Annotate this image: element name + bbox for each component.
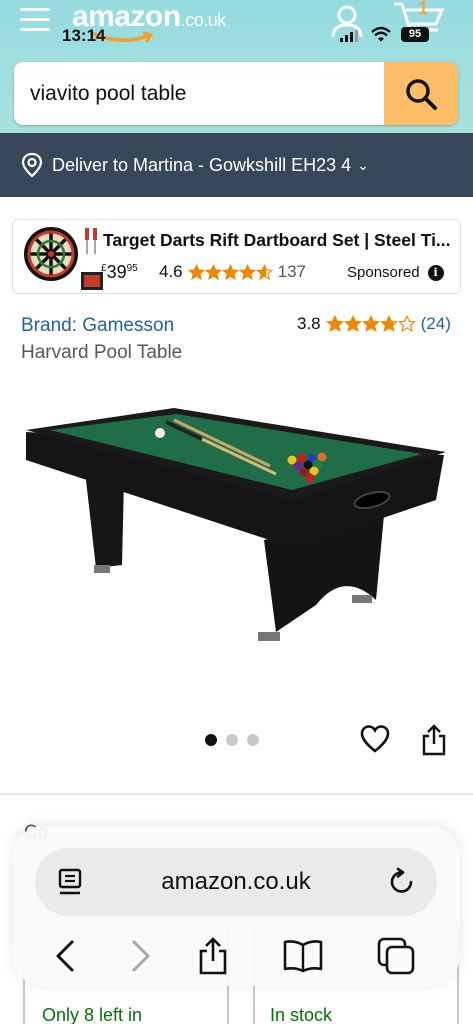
cart-count-badge: 1 — [418, 0, 429, 18]
delivery-label: Deliver to Martina - Gowkshill EH23 4 — [52, 154, 352, 175]
address-bar[interactable]: amazon.co.uk — [35, 848, 437, 916]
sponsored-text: Sponsored — [347, 264, 420, 281]
stock-status-left: Only 8 left in — [42, 1005, 143, 1024]
carousel-dot-1[interactable] — [205, 734, 217, 746]
wifi-icon — [371, 26, 391, 42]
bookmarks-button[interactable] — [283, 936, 323, 976]
url-text[interactable]: amazon.co.uk — [35, 868, 437, 896]
price-fraction: 95 — [126, 263, 138, 274]
star-icon — [187, 263, 205, 280]
star-icon — [221, 263, 239, 280]
carousel-dot-2[interactable] — [226, 734, 238, 746]
ad-title[interactable]: Target Darts Rift Dartboard Set | Steel … — [103, 230, 453, 251]
forward-button[interactable] — [121, 936, 161, 976]
menu-icon[interactable] — [20, 8, 50, 36]
search-button[interactable] — [384, 62, 458, 125]
star-icon — [204, 263, 222, 280]
product-review-count[interactable]: (24) — [421, 314, 451, 334]
top-bar: amazon.co.uk 13:14 1 95 — [0, 0, 473, 60]
logo-tld: .co.uk — [180, 10, 227, 30]
sponsored-label[interactable]: Sponsored i — [347, 264, 444, 281]
dartboard-product-image — [24, 227, 103, 290]
product-title: Harvard Pool Table — [21, 342, 183, 363]
cellular-signal-icon — [340, 30, 358, 42]
search-bar — [14, 62, 458, 125]
product-rating-value: 3.8 — [297, 314, 321, 333]
pool-table-product-image[interactable] — [24, 400, 450, 650]
book-icon — [283, 940, 323, 973]
carousel-dot-3[interactable] — [247, 734, 259, 746]
reload-icon[interactable] — [387, 867, 417, 897]
chevron-right-icon — [132, 940, 150, 972]
stock-status-right: In stock — [270, 1005, 333, 1024]
ad-price: £3995 — [101, 262, 138, 283]
star-rating-icon — [325, 315, 416, 333]
status-time: 13:14 — [62, 26, 106, 45]
star-icon — [397, 315, 416, 333]
chevron-left-icon — [56, 940, 74, 972]
tabs-icon — [377, 937, 415, 975]
search-input[interactable] — [30, 62, 380, 125]
search-icon — [406, 78, 437, 110]
heart-icon[interactable] — [360, 724, 390, 754]
section-divider — [0, 793, 473, 795]
star-icon — [238, 263, 256, 280]
price-whole: 39 — [106, 262, 127, 282]
sponsored-ad-card[interactable]: Target Darts Rift Dartboard Set | Steel … — [12, 219, 461, 294]
battery-indicator: 95 — [401, 27, 429, 42]
star-icon — [255, 263, 273, 280]
back-button[interactable] — [45, 936, 85, 976]
info-icon: i — [427, 264, 444, 281]
star-icon — [325, 315, 344, 333]
browser-toolbar: amazon.co.uk — [13, 826, 460, 986]
image-carousel-dots[interactable] — [205, 734, 259, 746]
amazon-header: amazon.co.uk 13:14 1 95 viavito pool tab… — [0, 0, 473, 197]
brand-link[interactable]: Brand: Gamesson — [21, 315, 174, 337]
share-icon[interactable] — [421, 724, 447, 756]
ad-rating: 4.6 137 — [159, 262, 306, 282]
product-rating[interactable]: 3.8 (24) — [297, 314, 451, 334]
chevron-down-icon: ⌄ — [357, 156, 369, 173]
share-button[interactable] — [193, 936, 233, 976]
share-icon — [199, 937, 227, 975]
location-pin-icon — [21, 152, 43, 178]
ad-review-count: 137 — [277, 262, 307, 281]
delivery-location-bar[interactable]: Deliver to Martina - Gowkshill EH23 4 ⌄ — [0, 133, 473, 197]
star-icon — [343, 315, 362, 333]
tabs-button[interactable] — [376, 936, 416, 976]
star-rating-icon — [187, 263, 273, 281]
star-icon — [379, 315, 398, 333]
ad-rating-value: 4.6 — [159, 262, 183, 281]
star-icon — [361, 315, 380, 333]
